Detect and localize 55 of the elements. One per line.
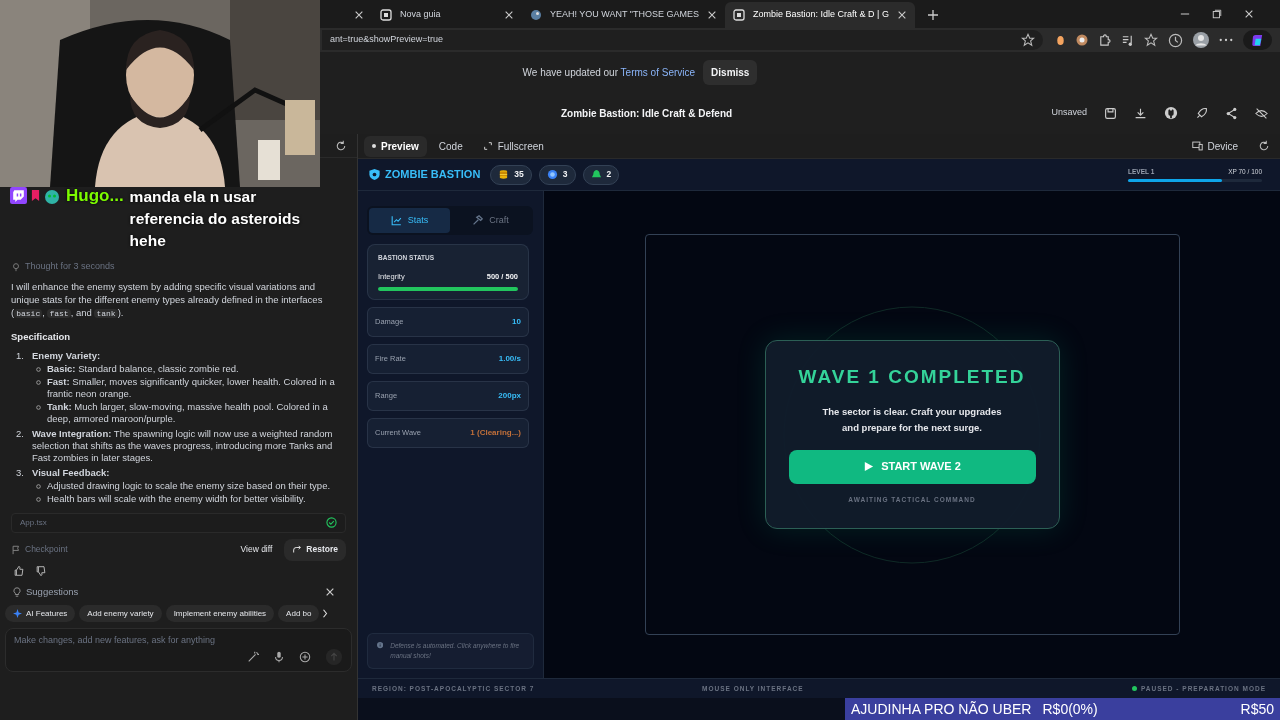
thought-duration: Thought for 3 seconds: [25, 260, 115, 273]
preview-tab[interactable]: Preview: [364, 135, 427, 157]
sidebar-tab[interactable]: Stats: [369, 208, 450, 233]
goal-target: R$50: [1240, 699, 1274, 719]
chat-message: manda ela n usar referencia do asteroids hehe: [129, 187, 302, 251]
project-title: Zombie Bastion: Idle Craft & Defend: [561, 106, 733, 121]
list-number: 1.: [16, 349, 25, 363]
list-item-text: Basic: Standard balance, classic zombie red.: [47, 362, 239, 375]
dialog-title: WAVE 1 COMPLETED: [798, 365, 1026, 389]
terms-link[interactable]: Terms of Service: [620, 66, 696, 78]
list-item-text: Tank: Much larger, slow-moving, massive health pool. Colored in a deep, armored maroon/purple.: [47, 400, 329, 425]
goal-amount: R$0(0%): [1042, 699, 1098, 719]
dialog-text: The sector is clear. Craft your upgrades and prepare for the next surge.: [821, 404, 1003, 435]
sidebar-tab[interactable]: Craft: [450, 208, 531, 233]
goal-title: AJUDINHA PRO NÃO UBER: [851, 699, 1032, 719]
list-item-text: Enemy Variety:: [32, 349, 102, 362]
browser-tab[interactable]: Nova guia: [372, 2, 522, 28]
preview-tab[interactable]: Fullscreen: [474, 135, 552, 157]
prompt-field[interactable]: Make changes, add new features, ask for anything: [14, 634, 343, 648]
checkpoint-label: Checkpoint: [25, 543, 68, 557]
list-item-text: Fast: Smaller, moves significantly quicker, lower health. Colored in a frantic neon orange.: [47, 375, 336, 400]
file-card: App.tsx: [11, 512, 346, 533]
suggestion-chip[interactable]: Add enemy variety: [79, 605, 162, 622]
game-title: ZOMBIE BASTION: [385, 167, 481, 183]
preview-tab[interactable]: Code: [430, 135, 471, 157]
notice-text: We have updated our Terms of Service: [522, 65, 696, 80]
suggestion-chip[interactable]: Implement enemy abilities: [165, 605, 275, 622]
dismiss-button[interactable]: Dismiss: [703, 59, 758, 85]
list-number: 3.: [16, 466, 25, 480]
list-item-text: Wave Integration: The spawning logic will now use a weighted random selection that shifts as the waves progress, introducing more Tanks and Fast zombies in later stages.: [32, 427, 334, 464]
device-button[interactable]: Device: [1192, 138, 1238, 154]
suggestion-chip[interactable]: AI Features: [5, 605, 76, 622]
list-item-text: Visual Feedback:: [32, 466, 111, 479]
save-status: Unsaved: [1051, 106, 1087, 120]
stat-value: 10: [512, 316, 521, 328]
restore-button[interactable]: Restore: [284, 538, 346, 561]
intro-paragraph: I will enhance the enemy system by adding specific visual variations and unique stats for the different enemy types already defined in the interfaces ( basic , fast , and tank ).: [11, 279, 324, 320]
browser-tab[interactable]: Zombie Bastion: Idle Craft & D | G: [725, 2, 915, 28]
prompt-box[interactable]: Make changes, add new features, ask for anything: [5, 628, 352, 672]
stat-value: 1 (Clearing...): [470, 427, 521, 439]
stat-value: 1.00/s: [498, 353, 521, 365]
stat-value: 200px: [498, 390, 521, 402]
list-item-text: Health bars will scale with the enemy width for better visibility.: [47, 492, 306, 505]
view-diff-button[interactable]: View diff: [232, 543, 281, 557]
section-heading: Specification: [11, 329, 72, 344]
suggestions-title: Suggestions: [26, 584, 79, 599]
resource-pill: 3: [538, 164, 576, 185]
list-number: 2.: [16, 427, 25, 441]
resource-pill: 2: [582, 164, 620, 185]
list-item-text: Adjusted drawing logic to scale the enemy size based on their type.: [47, 479, 331, 492]
chat-username: Hugo...: [66, 186, 124, 206]
suggestion-chip[interactable]: Add bo: [278, 605, 320, 622]
resource-pill: 35: [490, 164, 532, 185]
browser-tab[interactable]: YEAH! YOU WANT "THOSE GAMES: [522, 2, 726, 28]
address-bar[interactable]: ant=true&showPreview=true: [322, 30, 1043, 50]
